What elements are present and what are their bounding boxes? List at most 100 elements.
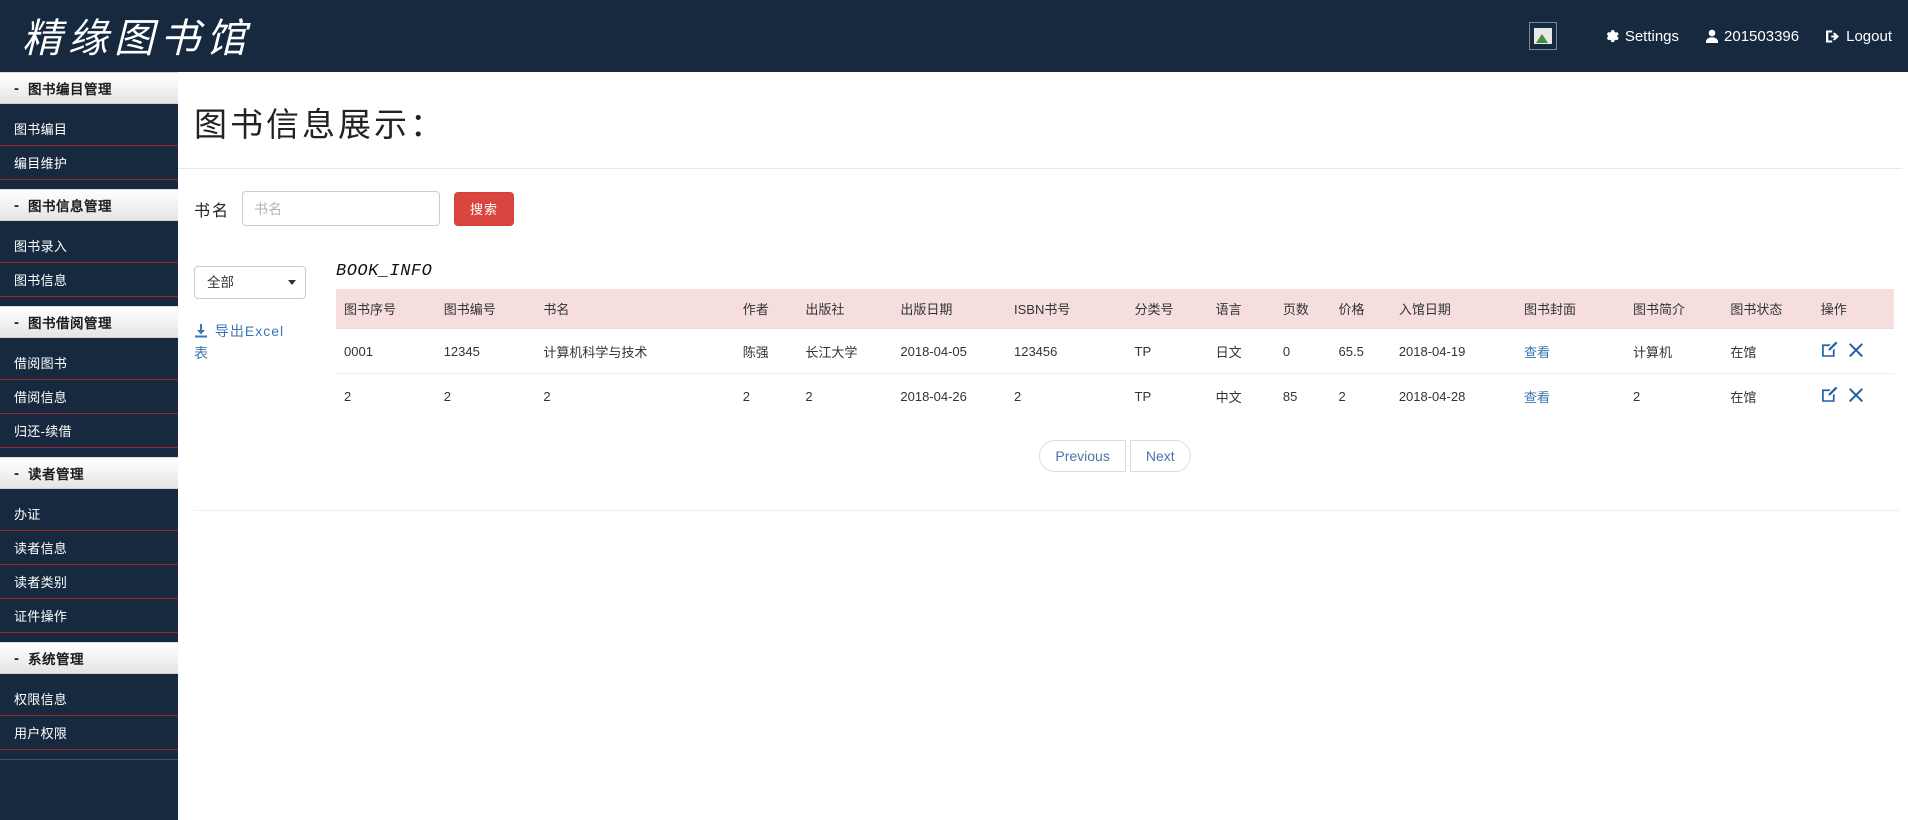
cell-price: 2 [1330, 373, 1391, 418]
collapse-minus-icon: - [14, 313, 19, 331]
column-header-cover: 图书封面 [1516, 289, 1625, 329]
left-tools-column: 全部 导出Excel表 [194, 262, 322, 472]
column-header-category-code: 分类号 [1126, 289, 1208, 329]
column-header-status: 图书状态 [1722, 289, 1813, 329]
collapse-minus-icon: - [14, 196, 19, 214]
sidebar-item-borrow-info[interactable]: 借阅信息 [0, 380, 178, 414]
search-button[interactable]: 搜索 [454, 191, 515, 226]
sidebar-item-permission-info[interactable]: 权限信息 [0, 682, 178, 716]
column-header-isbn: ISBN书号 [1005, 289, 1127, 329]
cell-book-title: 计算机科学与技术 [535, 328, 735, 374]
pager-group: Previous Next [1039, 440, 1191, 472]
cell-publish-date: 2018-04-05 [892, 328, 1006, 374]
edit-icon[interactable] [1821, 386, 1838, 406]
view-cover-link[interactable]: 查看 [1524, 345, 1550, 360]
sidebar-item-book-catalog[interactable]: 图书编目 [0, 112, 178, 146]
brand-title: 精缘图书馆 [22, 16, 252, 61]
sidebar-item-reader-info[interactable]: 读者信息 [0, 531, 178, 565]
sidebar-group-header[interactable]: - 图书借阅管理 [0, 306, 178, 338]
sidebar-item-user-permission[interactable]: 用户权限 [0, 716, 178, 750]
cell-status: 在馆 [1722, 328, 1813, 374]
brand-logo[interactable]: 精缘图书馆 [22, 6, 252, 64]
sidebar-item-card-operation[interactable]: 证件操作 [0, 599, 178, 633]
sign-out-icon [1825, 29, 1841, 44]
column-header-publisher: 出版社 [797, 289, 893, 329]
table-column: BOOK_INFO 图书序号 图书编号 书名 作者 出版社 出版日期 ISBN书… [322, 262, 1908, 472]
sidebar-item-apply-card[interactable]: 办证 [0, 497, 178, 531]
sidebar-group-book-catalog: - 图书编目管理 图书编目 编目维护 [0, 72, 178, 189]
next-page-button[interactable]: Next [1129, 440, 1191, 472]
cell-cover: 查看 [1516, 328, 1625, 374]
user-icon [1705, 29, 1719, 44]
sidebar-item-catalog-maintenance[interactable]: 编目维护 [0, 146, 178, 180]
collapse-minus-icon: - [14, 464, 19, 482]
broken-image-icon[interactable] [1528, 22, 1557, 50]
settings-label: Settings [1624, 27, 1680, 45]
sidebar-group-spacer [0, 297, 178, 306]
edit-icon[interactable] [1821, 341, 1838, 361]
sidebar: - 图书编目管理 图书编目 编目维护 - 图书信息管理 图书录入 图书信息 - … [0, 72, 178, 820]
cell-summary: 2 [1624, 373, 1723, 418]
column-header-language: 语言 [1207, 289, 1275, 329]
sidebar-item-book-information[interactable]: 图书信息 [0, 263, 178, 297]
sidebar-item-reader-category[interactable]: 读者类别 [0, 565, 178, 599]
column-header-acquisition-date: 入馆日期 [1390, 289, 1516, 329]
sidebar-group-borrowing: - 图书借阅管理 借阅图书 借阅信息 归还-续借 [0, 306, 178, 457]
search-input[interactable] [242, 191, 441, 226]
logout-link[interactable]: Logout [1825, 28, 1892, 45]
sidebar-group-spacer [0, 633, 178, 642]
category-filter-select[interactable]: 全部 [194, 266, 306, 299]
sidebar-item-return-renew[interactable]: 归还-续借 [0, 414, 178, 448]
cell-language: 中文 [1207, 373, 1275, 418]
cell-pages: 85 [1274, 373, 1331, 418]
cell-author: 陈强 [734, 328, 798, 374]
search-label: 书名 [194, 202, 231, 220]
sidebar-item-borrow-book[interactable]: 借阅图书 [0, 346, 178, 380]
collapse-minus-icon: - [14, 79, 19, 97]
previous-page-button[interactable]: Previous [1039, 440, 1126, 472]
sidebar-item-book-entry[interactable]: 图书录入 [0, 229, 178, 263]
sidebar-group-header[interactable]: - 读者管理 [0, 457, 178, 489]
sidebar-group-items: 权限信息 用户权限 [0, 674, 178, 760]
sidebar-group-header[interactable]: - 图书信息管理 [0, 189, 178, 221]
sidebar-divider [0, 759, 178, 760]
table-header-row: 图书序号 图书编号 书名 作者 出版社 出版日期 ISBN书号 分类号 语言 页… [336, 289, 1894, 329]
cell-book-serial: 2 [336, 373, 436, 418]
table-row: 2 2 2 2 2 2018-04-26 2 TP 中文 85 2 2018-0… [336, 373, 1894, 418]
sidebar-group-title: 系统管理 [28, 652, 84, 667]
cell-acquisition-date: 2018-04-28 [1390, 373, 1516, 418]
sidebar-group-title: 图书编目管理 [28, 82, 112, 97]
column-header-operation: 操作 [1812, 289, 1894, 329]
cell-isbn: 123456 [1005, 328, 1127, 374]
pagination: Previous Next [336, 418, 1894, 472]
content-bottom-divider [194, 510, 1900, 511]
cell-isbn: 2 [1005, 373, 1127, 418]
delete-icon[interactable] [1848, 387, 1864, 406]
table-caption: BOOK_INFO [336, 262, 433, 281]
settings-link[interactable]: Settings [1605, 28, 1679, 45]
sidebar-group-items: 图书编目 编目维护 [0, 104, 178, 189]
sidebar-group-header[interactable]: - 图书编目管理 [0, 72, 178, 104]
logout-label: Logout [1846, 27, 1892, 45]
sidebar-group-system: - 系统管理 权限信息 用户权限 [0, 642, 178, 760]
cell-cover: 查看 [1516, 373, 1625, 418]
column-header-book-title: 书名 [535, 289, 735, 329]
view-cover-link[interactable]: 查看 [1524, 390, 1550, 405]
column-header-pages: 页数 [1274, 289, 1331, 329]
cell-book-title: 2 [535, 373, 735, 418]
gear-icon [1605, 29, 1620, 44]
column-header-book-serial: 图书序号 [336, 289, 436, 329]
cell-operations [1812, 328, 1894, 374]
filter-select-wrapper: 全部 [194, 266, 306, 299]
sidebar-group-header[interactable]: - 系统管理 [0, 642, 178, 674]
export-excel-link[interactable]: 导出Excel表 [194, 321, 290, 363]
sidebar-group-title: 图书信息管理 [28, 199, 112, 214]
cell-book-number: 2 [435, 373, 536, 418]
cell-language: 日文 [1207, 328, 1275, 374]
delete-icon[interactable] [1848, 342, 1864, 361]
download-icon [194, 324, 213, 341]
sidebar-group-title: 读者管理 [28, 467, 84, 482]
user-account-link[interactable]: 201503396 [1705, 28, 1799, 45]
cell-author: 2 [734, 373, 798, 418]
cell-publish-date: 2018-04-26 [892, 373, 1006, 418]
